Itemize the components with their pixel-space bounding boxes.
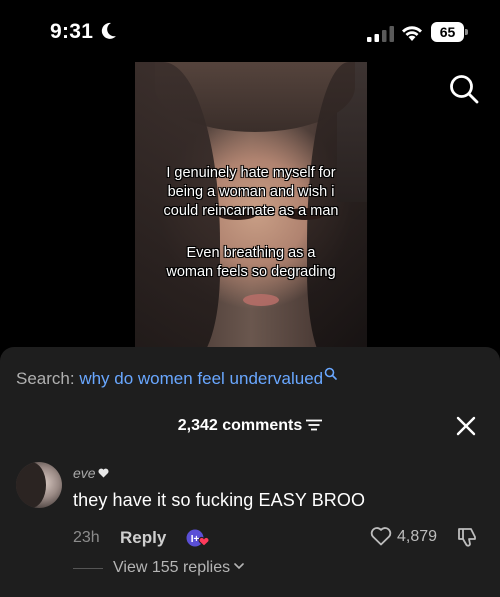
replies-divider: [73, 568, 103, 569]
comment-text: they have it so fucking EASY BROO: [73, 490, 366, 510]
like-count: 4,879: [397, 528, 438, 545]
sort-filter-icon[interactable]: [306, 419, 323, 431]
creator-liked-badge-icon: I+: [186, 529, 210, 547]
close-icon[interactable]: [456, 416, 476, 436]
status-bar: 9:31 65: [0, 0, 500, 60]
svg-text:I+: I+: [191, 534, 200, 545]
comments-count: 2,342 comments: [177, 417, 303, 434]
heart-like-icon[interactable]: [370, 526, 392, 546]
reply-button[interactable]: Reply: [120, 528, 166, 548]
video-caption-2: Even breathing as a woman feels so degra…: [166, 245, 336, 280]
battery-level: 65: [431, 22, 464, 42]
related-search[interactable]: Search: why do women feel undervalued: [16, 367, 337, 389]
comment-timestamp: 23h: [73, 529, 100, 546]
search-icon[interactable]: [448, 73, 480, 105]
avatar[interactable]: [16, 462, 62, 508]
signal-icon: [367, 26, 394, 42]
battery-icon: 65: [431, 22, 469, 42]
comments-header: 2,342 comments: [0, 417, 500, 435]
video-caption-1: I genuinely hate myself for being a woma…: [163, 165, 339, 219]
video-player[interactable]: I genuinely hate myself for being a woma…: [135, 62, 367, 350]
view-replies-button[interactable]: View 155 replies: [113, 559, 244, 577]
moon-icon: [101, 22, 116, 39]
comments-sheet: Search: why do women feel undervalued 2,…: [0, 347, 500, 597]
clock-time: 9:31: [50, 20, 94, 43]
search-mini-icon: [324, 367, 337, 380]
search-prefix: Search:: [16, 369, 80, 388]
heart-emoji-icon: [98, 468, 109, 478]
comment-username[interactable]: eve: [73, 465, 109, 481]
dislike-icon[interactable]: [456, 526, 478, 548]
wifi-icon: [402, 26, 422, 41]
search-query-link[interactable]: why do women feel undervalued: [79, 369, 323, 388]
chevron-down-icon: [234, 563, 244, 570]
